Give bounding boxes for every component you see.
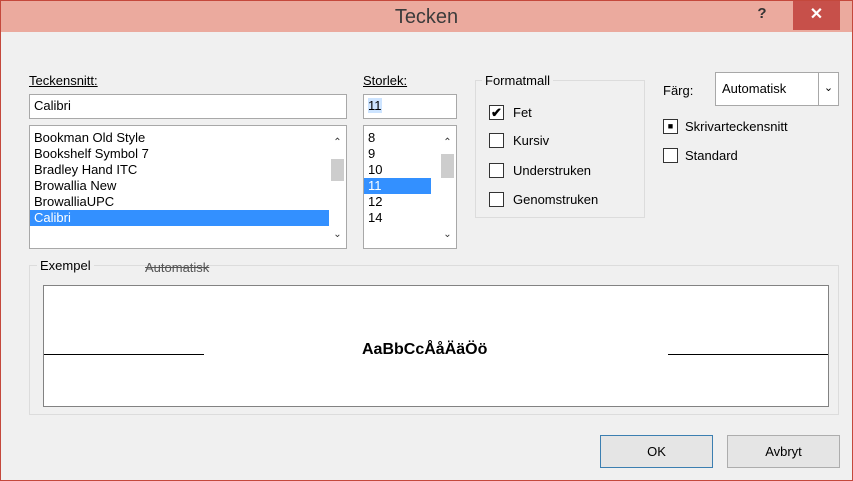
scroll-thumb[interactable] [331,159,344,181]
preview-baseline-right [668,354,828,355]
standard-label: Standard [685,148,738,163]
close-button[interactable]: ✕ [793,1,840,30]
printer-font-checkbox[interactable]: ■ [663,119,678,134]
help-button[interactable]: ? [749,2,775,28]
chevron-down-icon[interactable]: ⌄ [329,226,346,243]
underline-checkbox[interactable] [489,163,504,178]
size-list[interactable]: 8 9 10 11 12 14 ⌃ ⌄ [363,125,457,249]
preview-baseline-left [44,354,204,355]
size-list-scrollbar[interactable]: ⌃ ⌄ [439,126,456,248]
chevron-down-icon[interactable]: ⌄ [818,73,838,105]
style-group-label: Formatmall [482,73,554,88]
color-dropdown-value: Automatisk [722,81,787,96]
font-input[interactable]: Calibri [29,94,347,119]
bold-checkbox[interactable]: ✔ [489,105,504,120]
check-icon: ✔ [491,105,502,120]
preview-overlay-text: Automatisk [145,260,210,275]
underline-label: Understruken [513,163,592,178]
close-icon: ✕ [809,6,824,23]
font-list-item[interactable]: Bookman Old Style [30,130,346,146]
size-input[interactable]: 11 [363,94,457,119]
preview-sample-text: AaBbCcÅåÄäÖö [362,341,488,358]
color-label: Färg: [663,83,694,98]
font-list[interactable]: Bookman Old Style Bookshelf Symbol 7 Bra… [29,125,347,249]
italic-label: Kursiv [513,133,550,148]
font-list-item[interactable]: Bradley Hand ITC [30,162,346,178]
ok-button[interactable]: OK [600,435,713,468]
standard-checkbox[interactable] [663,148,678,163]
size-label: Storlek: [363,73,407,88]
strikethrough-checkbox[interactable] [489,192,504,207]
chevron-up-icon[interactable]: ⌃ [329,134,346,151]
chevron-up-icon[interactable]: ⌃ [439,134,456,151]
font-list-item[interactable]: BrowalliaUPC [30,194,346,210]
dialog-title: Tecken [394,6,459,28]
size-input-value: 11 [368,98,382,113]
font-list-item[interactable]: Browallia New [30,178,346,194]
title-bar[interactable]: Tecken ? ✕ [1,1,852,32]
font-list-item[interactable]: Bookshelf Symbol 7 [30,146,346,162]
font-list-scrollbar[interactable]: ⌃ ⌄ [329,126,346,248]
italic-checkbox[interactable] [489,133,504,148]
font-label: Teckensnitt: [29,73,98,88]
preview-box: AaBbCcÅåÄäÖö [43,285,829,407]
font-label-text: Teckensnitt: [29,73,98,88]
cancel-button[interactable]: Avbryt [727,435,840,468]
font-list-item-selected[interactable]: Calibri [30,210,329,226]
indeterminate-icon: ■ [667,121,674,131]
scroll-thumb[interactable] [441,154,454,178]
bold-label: Fet [513,105,532,120]
preview-label: Exempel [37,258,94,273]
size-list-item-selected[interactable]: 11 [364,178,431,194]
color-dropdown[interactable]: Automatisk ⌄ [715,72,839,106]
chevron-down-icon[interactable]: ⌄ [439,226,456,243]
printer-font-label: Skrivarteckensnitt [685,119,788,134]
size-label-text: Storlek: [363,73,408,88]
font-dialog: Tecken ? ✕ Teckensnitt: Calibri Bookman … [0,0,853,481]
strikethrough-label: Genomstruken [513,192,599,207]
